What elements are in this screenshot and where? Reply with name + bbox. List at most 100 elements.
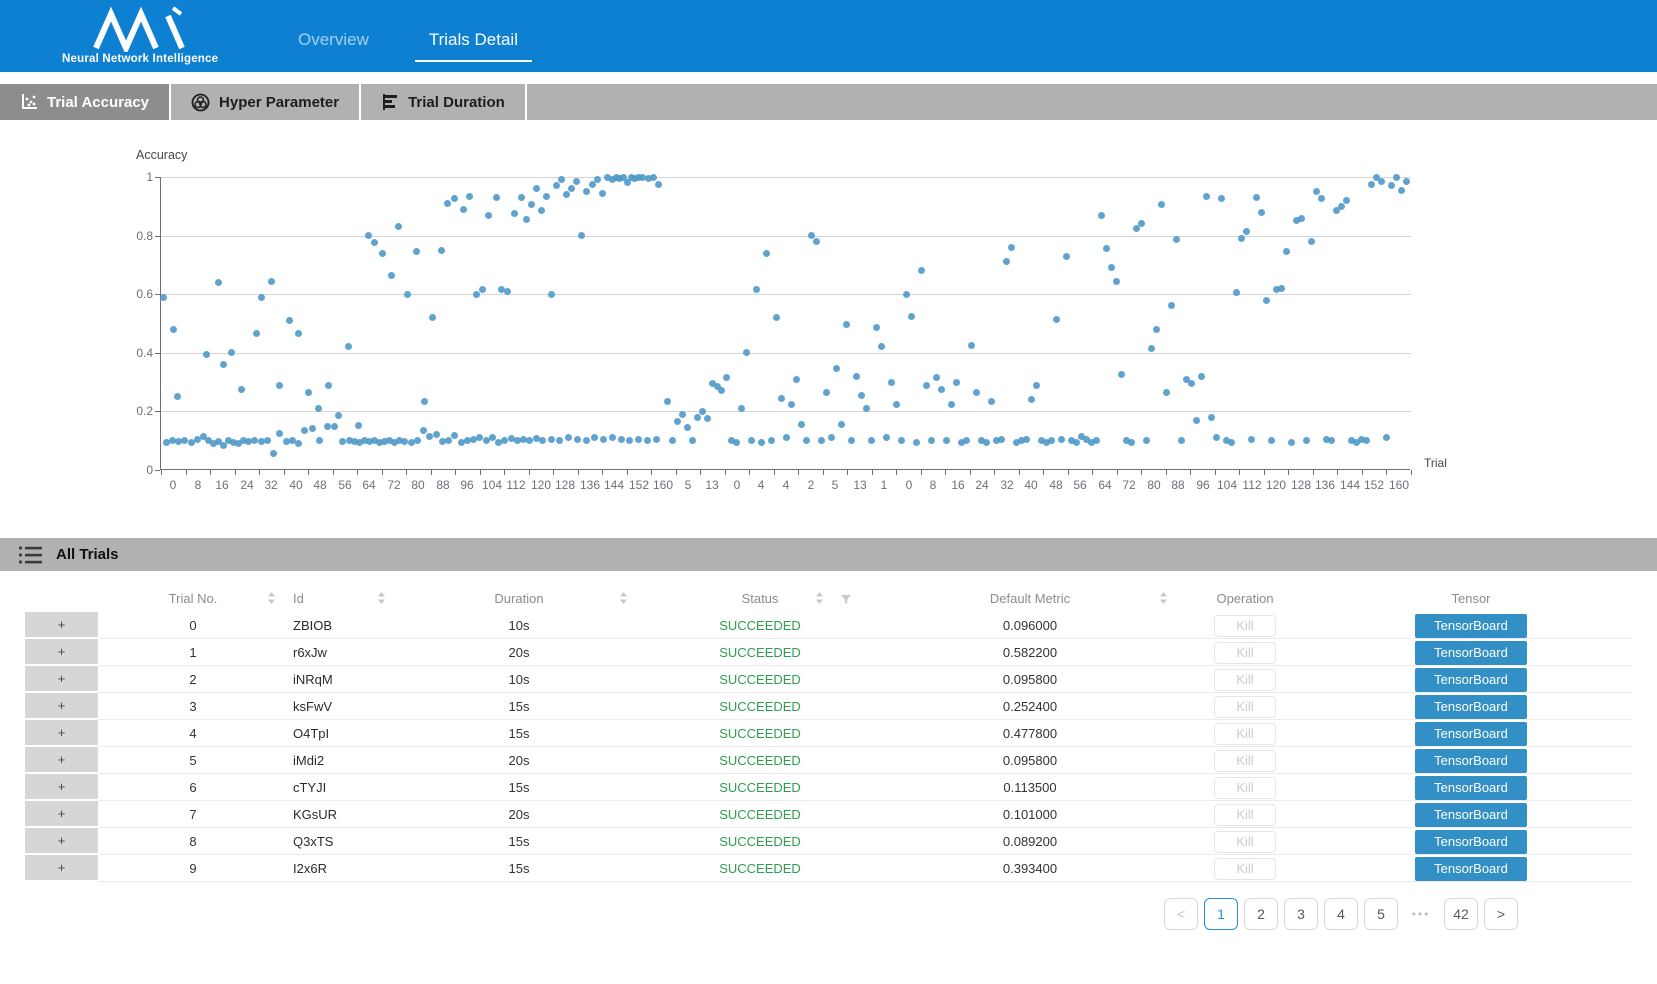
scatter-point[interactable] bbox=[548, 291, 555, 298]
sort-icon[interactable] bbox=[1159, 591, 1168, 608]
scatter-point[interactable] bbox=[883, 434, 890, 441]
scatter-point[interactable] bbox=[908, 313, 915, 320]
scatter-point[interactable] bbox=[1218, 195, 1225, 202]
scatter-point[interactable] bbox=[788, 401, 795, 408]
expand-row-button[interactable]: + bbox=[25, 612, 98, 639]
page-button-3[interactable]: 3 bbox=[1284, 898, 1318, 930]
scatter-point[interactable] bbox=[1048, 437, 1055, 444]
scatter-point[interactable] bbox=[898, 437, 905, 444]
scatter-point[interactable] bbox=[635, 436, 642, 443]
scatter-point[interactable] bbox=[583, 437, 590, 444]
scatter-point[interactable] bbox=[893, 401, 900, 408]
filter-icon[interactable] bbox=[840, 593, 852, 608]
scatter-point[interactable] bbox=[818, 437, 825, 444]
scatter-point[interactable] bbox=[933, 374, 940, 381]
scatter-point[interactable] bbox=[903, 291, 910, 298]
scatter-point[interactable] bbox=[355, 422, 362, 429]
scatter-point[interactable] bbox=[626, 437, 633, 444]
tensorboard-button[interactable]: TensorBoard bbox=[1415, 668, 1527, 692]
scatter-point[interactable] bbox=[833, 365, 840, 372]
sort-icon[interactable] bbox=[267, 591, 276, 608]
scatter-point[interactable] bbox=[160, 294, 167, 301]
scatter-point[interactable] bbox=[591, 434, 598, 441]
kill-button[interactable]: Kill bbox=[1214, 858, 1276, 880]
kill-button[interactable]: Kill bbox=[1214, 831, 1276, 853]
scatter-point[interactable] bbox=[998, 436, 1005, 443]
scatter-point[interactable] bbox=[1073, 439, 1080, 446]
scatter-point[interactable] bbox=[650, 174, 657, 181]
scatter-point[interactable] bbox=[388, 272, 395, 279]
scatter-point[interactable] bbox=[1193, 417, 1200, 424]
scatter-point[interactable] bbox=[1103, 245, 1110, 252]
scatter-point[interactable] bbox=[704, 415, 711, 422]
nav-tab-trials-detail[interactable]: Trials Detail bbox=[415, 24, 532, 62]
scatter-point[interactable] bbox=[203, 351, 210, 358]
scatter-point[interactable] bbox=[1238, 235, 1245, 242]
scatter-point[interactable] bbox=[511, 210, 518, 217]
scatter-point[interactable] bbox=[1283, 248, 1290, 255]
scatter-point[interactable] bbox=[838, 421, 845, 428]
scatter-point[interactable] bbox=[1233, 289, 1240, 296]
scatter-point[interactable] bbox=[331, 423, 338, 430]
page-button-4[interactable]: 4 bbox=[1324, 898, 1358, 930]
expand-row-button[interactable]: + bbox=[25, 828, 98, 855]
scatter-point[interactable] bbox=[1303, 437, 1310, 444]
page-button-42[interactable]: 42 bbox=[1444, 898, 1478, 930]
scatter-point[interactable] bbox=[793, 376, 800, 383]
scatter-point[interactable] bbox=[618, 436, 625, 443]
scatter-point[interactable] bbox=[451, 195, 458, 202]
tab-trial-accuracy[interactable]: Trial Accuracy bbox=[0, 84, 171, 120]
scatter-point[interactable] bbox=[653, 436, 660, 443]
kill-button[interactable]: Kill bbox=[1214, 642, 1276, 664]
scatter-point[interactable] bbox=[174, 393, 181, 400]
scatter-point[interactable] bbox=[983, 439, 990, 446]
expand-row-button[interactable]: + bbox=[25, 801, 98, 828]
scatter-point[interactable] bbox=[1053, 316, 1060, 323]
scatter-point[interactable] bbox=[1118, 371, 1125, 378]
scatter-point[interactable] bbox=[763, 250, 770, 257]
scatter-point[interactable] bbox=[783, 434, 790, 441]
scatter-point[interactable] bbox=[466, 193, 473, 200]
scatter-point[interactable] bbox=[798, 421, 805, 428]
scatter-point[interactable] bbox=[758, 439, 765, 446]
scatter-point[interactable] bbox=[1128, 439, 1135, 446]
scatter-point[interactable] bbox=[1173, 236, 1180, 243]
scatter-point[interactable] bbox=[533, 185, 540, 192]
scatter-point[interactable] bbox=[1268, 437, 1275, 444]
tensorboard-button[interactable]: TensorBoard bbox=[1415, 830, 1527, 854]
scatter-point[interactable] bbox=[1248, 436, 1255, 443]
scatter-point[interactable] bbox=[913, 439, 920, 446]
scatter-point[interactable] bbox=[669, 437, 676, 444]
scatter-point[interactable] bbox=[420, 427, 427, 434]
scatter-point[interactable] bbox=[594, 176, 601, 183]
scatter-point[interactable] bbox=[1263, 297, 1270, 304]
scatter-point[interactable] bbox=[316, 437, 323, 444]
scatter-point[interactable] bbox=[573, 178, 580, 185]
expand-row-button[interactable]: + bbox=[25, 855, 98, 882]
scatter-point[interactable] bbox=[948, 401, 955, 408]
scatter-point[interactable] bbox=[1203, 193, 1210, 200]
tensorboard-button[interactable]: TensorBoard bbox=[1415, 641, 1527, 665]
scatter-point[interactable] bbox=[1228, 439, 1235, 446]
scatter-point[interactable] bbox=[548, 436, 555, 443]
scatter-point[interactable] bbox=[1393, 174, 1400, 181]
expand-row-button[interactable]: + bbox=[25, 720, 98, 747]
scatter-point[interactable] bbox=[543, 193, 550, 200]
scatter-point[interactable] bbox=[1368, 181, 1375, 188]
scatter-point[interactable] bbox=[335, 412, 342, 419]
scatter-point[interactable] bbox=[473, 291, 480, 298]
scatter-point[interactable] bbox=[813, 238, 820, 245]
scatter-point[interactable] bbox=[170, 326, 177, 333]
scatter-point[interactable] bbox=[1113, 278, 1120, 285]
scatter-point[interactable] bbox=[553, 182, 560, 189]
scatter-point[interactable] bbox=[803, 437, 810, 444]
scatter-point[interactable] bbox=[1148, 345, 1155, 352]
scatter-point[interactable] bbox=[768, 437, 775, 444]
scatter-point[interactable] bbox=[699, 408, 706, 415]
scatter-point[interactable] bbox=[988, 398, 995, 405]
tensorboard-button[interactable]: TensorBoard bbox=[1415, 695, 1527, 719]
scatter-point[interactable] bbox=[753, 286, 760, 293]
tab-hyper-parameter[interactable]: Hyper Parameter bbox=[171, 84, 361, 120]
scatter-point[interactable] bbox=[479, 286, 486, 293]
scatter-point[interactable] bbox=[823, 389, 830, 396]
